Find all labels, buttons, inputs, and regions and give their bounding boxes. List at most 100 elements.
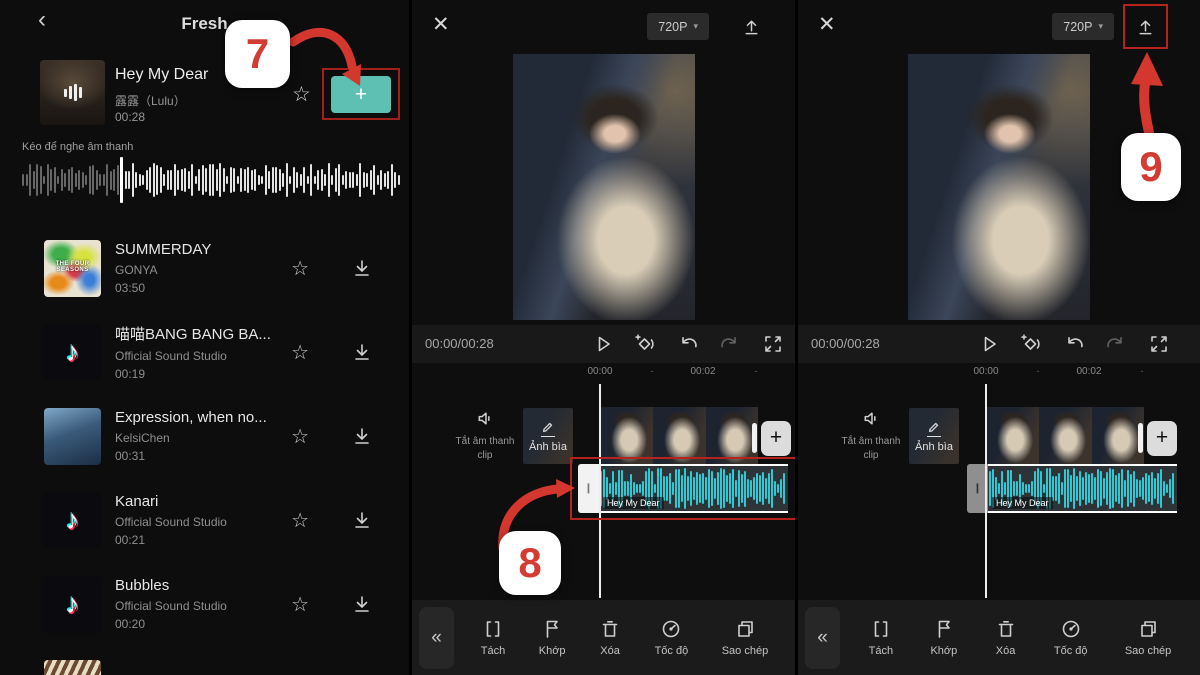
fullscreen-icon[interactable]	[762, 333, 784, 355]
tool-group: Tách Khớp Xóa Tốc độ Sao chép	[840, 618, 1200, 657]
song-list: THE FOUR SEASONS SUMMERDAY GONYA 03:50 ☆…	[0, 226, 409, 675]
redo-icon[interactable]	[719, 333, 741, 355]
time-display: 00:00/00:28	[811, 336, 880, 351]
fullscreen-icon[interactable]	[1148, 333, 1170, 355]
clip-trim-handle[interactable]: ❙	[578, 464, 599, 513]
favorite-star-icon[interactable]: ☆	[291, 256, 309, 281]
music-library-panel: ‹ Fresh Hey My Dear 露露（Lulu） 00:28 ☆ + K…	[0, 0, 409, 675]
music-note-icon: ♪	[66, 505, 80, 536]
song-row-bubbles[interactable]: ♪ Bubbles Official Sound Studio 00:20 ☆	[0, 562, 409, 646]
download-icon[interactable]	[351, 425, 373, 447]
tool-label: Tốc độ	[1054, 645, 1088, 657]
ruler-tick: 00:00	[580, 366, 620, 377]
add-track-button[interactable]: +	[331, 76, 391, 113]
album-art: ♪	[44, 324, 101, 381]
mute-clip-button[interactable]: Tắt âm thanh clip	[452, 408, 518, 462]
add-clip-button[interactable]: +	[1138, 419, 1177, 457]
download-icon[interactable]	[351, 341, 373, 363]
favorite-star-icon[interactable]: ☆	[291, 508, 309, 533]
cover-thumbnail[interactable]: Ảnh bìa	[523, 408, 573, 464]
tool-copy[interactable]: Sao chép	[1125, 618, 1171, 657]
tool-split[interactable]: Tách	[481, 618, 505, 657]
chevron-down-icon: ▾	[693, 21, 698, 32]
tool-match[interactable]: Khớp	[930, 618, 957, 657]
audio-clip-hey-my-dear[interactable]: ❙ Hey My Dear	[578, 464, 788, 513]
audio-clip-label: Hey My Dear	[992, 497, 1053, 509]
tool-label: Tách	[869, 645, 893, 657]
song-row-kanari[interactable]: ♪ Kanari Official Sound Studio 00:21 ☆	[0, 478, 409, 562]
playhead	[599, 384, 601, 598]
favorite-star-icon[interactable]: ☆	[291, 592, 309, 617]
song-artist: Official Sound Studio	[115, 349, 291, 363]
add-keyframe-icon[interactable]	[1020, 333, 1042, 355]
download-icon[interactable]	[351, 509, 373, 531]
resolution-dropdown[interactable]: 720P ▾	[1052, 13, 1114, 40]
song-meta: Kanari Official Sound Studio 00:21	[115, 493, 291, 547]
close-icon[interactable]: ✕	[432, 12, 450, 37]
tool-split[interactable]: Tách	[869, 618, 893, 657]
video-preview[interactable]	[513, 54, 695, 320]
chevron-down-icon: ▾	[1098, 21, 1103, 32]
cover-label: Ảnh bìa	[529, 441, 567, 453]
close-icon[interactable]: ✕	[818, 12, 836, 37]
now-playing-album-art	[40, 60, 105, 125]
song-artist: GONYA	[115, 263, 291, 277]
cover-thumbnail[interactable]: Ảnh bìa	[909, 408, 959, 464]
favorite-star-icon[interactable]: ☆	[291, 424, 309, 449]
video-frame-thumb	[986, 407, 1039, 464]
play-icon[interactable]	[592, 333, 614, 355]
export-button[interactable]	[735, 10, 767, 42]
mute-clip-button[interactable]: Tắt âm thanh clip	[838, 408, 904, 462]
play-icon[interactable]	[978, 333, 1000, 355]
collapse-toolbar-button[interactable]: «	[419, 607, 454, 669]
favorite-star-icon[interactable]: ☆	[292, 82, 311, 107]
add-track-highlight-box: +	[322, 68, 400, 120]
playback-control-bar: 00:00/00:28	[798, 325, 1200, 363]
step-number: 9	[1139, 143, 1162, 191]
ruler-dot: ·	[1122, 366, 1162, 377]
download-icon[interactable]	[351, 593, 373, 615]
song-row-easy-piano[interactable]: Easy Piano ☆	[0, 646, 409, 675]
resolution-value: 720P	[1063, 20, 1092, 34]
redo-icon[interactable]	[1105, 333, 1127, 355]
song-row-bangbang[interactable]: ♪ 喵喵BANG BANG BA... Official Sound Studi…	[0, 310, 409, 394]
song-row-expression[interactable]: Expression, when no... KelsiChen 00:31 ☆	[0, 394, 409, 478]
tool-delete[interactable]: Xóa	[995, 618, 1017, 657]
now-playing-title: Hey My Dear	[115, 66, 208, 84]
video-frame-thumb	[706, 407, 758, 464]
video-track[interactable]	[600, 407, 758, 464]
time-display: 00:00/00:28	[425, 336, 494, 351]
ruler-dot: ·	[632, 366, 672, 377]
song-meta: Bubbles Official Sound Studio 00:20	[115, 577, 291, 631]
song-row-summerday[interactable]: THE FOUR SEASONS SUMMERDAY GONYA 03:50 ☆	[0, 226, 409, 310]
video-track[interactable]	[986, 407, 1144, 464]
collapse-toolbar-button[interactable]: «	[805, 607, 840, 669]
step-callout-9: 9	[1121, 133, 1181, 201]
album-art	[44, 408, 101, 465]
add-clip-button[interactable]: +	[752, 419, 791, 457]
track-end-handle	[752, 423, 757, 453]
tool-speed[interactable]: Tốc độ	[1054, 618, 1088, 657]
track-end-handle	[1138, 423, 1143, 453]
tool-match[interactable]: Khớp	[539, 618, 566, 657]
timeline-ruler: 00:00 · 00:02 ·	[412, 366, 795, 380]
ruler-tick: 00:02	[1069, 366, 1109, 377]
preview-waveform[interactable]	[22, 161, 405, 199]
now-playing-duration: 00:28	[115, 110, 145, 124]
tool-label: Khớp	[930, 645, 957, 657]
song-duration: 00:31	[115, 449, 291, 463]
export-button-highlighted[interactable]	[1123, 4, 1168, 49]
resolution-dropdown[interactable]: 720P ▾	[647, 13, 709, 40]
undo-icon[interactable]	[1063, 333, 1085, 355]
undo-icon[interactable]	[677, 333, 699, 355]
step-number: 7	[246, 30, 269, 78]
favorite-star-icon[interactable]: ☆	[291, 340, 309, 365]
tool-copy[interactable]: Sao chép	[722, 618, 768, 657]
add-keyframe-icon[interactable]	[634, 333, 656, 355]
download-icon[interactable]	[351, 257, 373, 279]
tool-delete[interactable]: Xóa	[599, 618, 621, 657]
video-preview[interactable]	[908, 54, 1090, 320]
ruler-tick: 00:00	[966, 366, 1006, 377]
tool-speed[interactable]: Tốc độ	[655, 618, 689, 657]
audio-clip-hey-my-dear[interactable]: ❙ Hey My Dear	[967, 464, 1177, 513]
